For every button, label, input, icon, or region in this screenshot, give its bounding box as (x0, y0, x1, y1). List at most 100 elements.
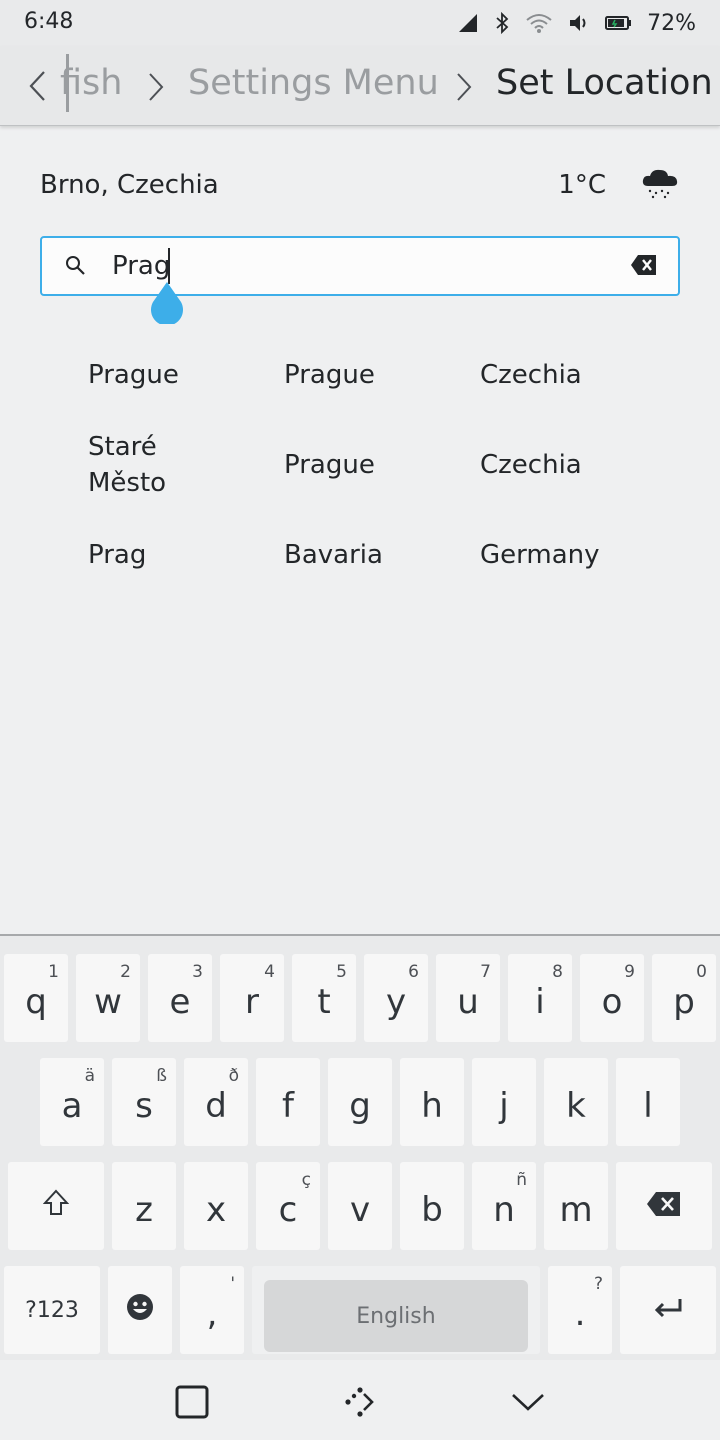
chevron-right-icon (146, 72, 166, 106)
result-name: Staré Město (88, 432, 167, 498)
key-hint: 2 (120, 962, 131, 982)
key-label: u (457, 982, 479, 1022)
hide-keyboard-icon[interactable] (506, 1380, 550, 1424)
key-hint: 6 (408, 962, 419, 982)
result-row-prag[interactable]: Prag Bavaria Germany (88, 520, 688, 590)
key-u[interactable]: u7 (436, 954, 500, 1042)
key-hint: 7 (480, 962, 491, 982)
key-i[interactable]: i8 (508, 954, 572, 1042)
task-switcher-icon[interactable] (170, 1380, 214, 1424)
key-label: o (601, 982, 623, 1022)
battery-icon (605, 14, 633, 32)
key-label: ?123 (25, 1297, 79, 1323)
result-row-prague[interactable]: Prague Prague Czechia (88, 340, 688, 410)
key-label: j (499, 1086, 509, 1126)
key-d[interactable]: dð (184, 1058, 248, 1146)
key-hint: 3 (192, 962, 203, 982)
key-q[interactable]: q1 (4, 954, 68, 1042)
key-label: a (61, 1086, 83, 1126)
current-temperature: 1°C (558, 170, 606, 200)
period-key[interactable]: .? (548, 1266, 612, 1354)
wifi-icon (525, 12, 553, 34)
key-label: r (245, 982, 259, 1022)
key-o[interactable]: o9 (580, 954, 644, 1042)
key-label: p (673, 982, 695, 1022)
symbols-key[interactable]: ?123 (4, 1266, 100, 1354)
key-label: x (205, 1190, 227, 1230)
page-title: Set Location (496, 63, 713, 103)
key-h[interactable]: h (400, 1058, 464, 1146)
key-p[interactable]: p0 (652, 954, 716, 1042)
shift-icon (42, 1186, 70, 1226)
battery-percent: 72% (647, 10, 696, 36)
key-c[interactable]: cç (256, 1162, 320, 1250)
shift-key[interactable] (8, 1162, 104, 1250)
key-hint: ß (156, 1066, 167, 1086)
key-label: . (574, 1294, 586, 1334)
backspace-icon (646, 1186, 682, 1226)
key-z[interactable]: z (112, 1162, 176, 1250)
key-m[interactable]: m (544, 1162, 608, 1250)
volume-icon (567, 12, 591, 34)
key-b[interactable]: b (400, 1162, 464, 1250)
back-button[interactable] (26, 70, 50, 106)
key-label: b (421, 1190, 443, 1230)
scroll-edge-divider (66, 54, 69, 112)
clear-search-icon[interactable] (630, 254, 658, 280)
status-bar: 6:48 72% (0, 0, 720, 46)
status-icons: 72% (443, 9, 696, 37)
key-r[interactable]: r4 (220, 954, 284, 1042)
backspace-key[interactable] (616, 1162, 712, 1250)
key-l[interactable]: l (616, 1058, 680, 1146)
key-hint: 0 (696, 962, 707, 982)
result-region: Bavaria (284, 540, 383, 570)
virtual-keyboard: q1 w2 e3 r4 t5 y6 u7 i8 o9 p0 aä sß dð f… (0, 934, 720, 1360)
enter-key[interactable] (620, 1266, 716, 1354)
key-label: n (493, 1190, 515, 1230)
emoji-key[interactable] (108, 1266, 172, 1354)
breadcrumb: fish Settings Menu Set Location (0, 46, 720, 126)
key-t[interactable]: t5 (292, 954, 356, 1042)
breadcrumb-item-fish[interactable]: fish (60, 63, 122, 103)
result-region: Prague (284, 360, 375, 390)
key-a[interactable]: aä (40, 1058, 104, 1146)
key-v[interactable]: v (328, 1162, 392, 1250)
enter-icon (652, 1290, 684, 1330)
key-hint: ' (230, 1274, 235, 1294)
chevron-right-icon (454, 72, 474, 106)
key-hint: ð (228, 1066, 239, 1086)
key-label: f (282, 1086, 294, 1126)
key-e[interactable]: e3 (148, 954, 212, 1042)
comma-key[interactable]: , ' (180, 1266, 244, 1354)
search-input[interactable]: Prag (112, 251, 170, 281)
result-country: Czechia (480, 450, 582, 480)
key-j[interactable]: j (472, 1058, 536, 1146)
key-label: h (421, 1086, 443, 1126)
space-label: English (356, 1303, 436, 1329)
key-n[interactable]: nñ (472, 1162, 536, 1250)
key-hint: ä (84, 1066, 95, 1086)
key-s[interactable]: sß (112, 1058, 176, 1146)
key-label: t (317, 982, 331, 1022)
key-label: c (278, 1190, 298, 1230)
space-key[interactable]: English (252, 1266, 540, 1354)
key-w[interactable]: w2 (76, 954, 140, 1042)
key-label: q (25, 982, 47, 1022)
key-x[interactable]: x (184, 1162, 248, 1250)
result-row-stare-mesto[interactable]: Staré Město Prague Czechia (88, 410, 688, 520)
text-selection-handle[interactable] (149, 282, 185, 326)
key-k[interactable]: k (544, 1058, 608, 1146)
key-g[interactable]: g (328, 1058, 392, 1146)
app-drawer-icon[interactable] (338, 1380, 382, 1424)
key-hint: ñ (516, 1170, 527, 1190)
key-f[interactable]: f (256, 1058, 320, 1146)
status-time: 6:48 (24, 9, 74, 34)
key-label: y (385, 982, 407, 1022)
emoji-icon (126, 1290, 154, 1330)
key-label: , (206, 1294, 218, 1334)
breadcrumb-item-settings-menu[interactable]: Settings Menu (188, 63, 439, 103)
key-y[interactable]: y6 (364, 954, 428, 1042)
result-country: Czechia (480, 360, 582, 390)
result-name: Prag (88, 540, 147, 570)
search-field[interactable]: Prag (40, 236, 680, 296)
